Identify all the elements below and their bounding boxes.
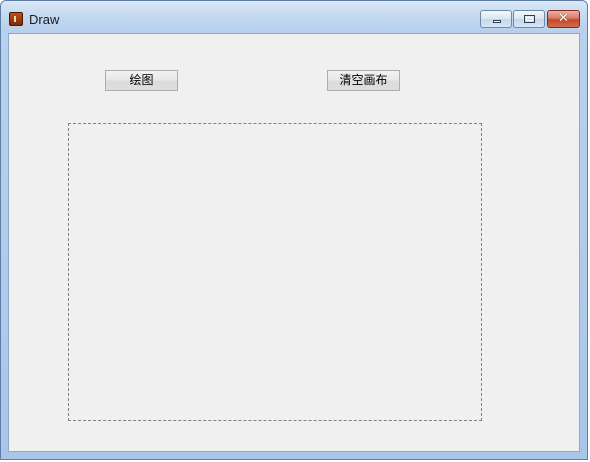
maximize-button[interactable] [513,10,545,28]
close-button[interactable]: ✕ [547,10,580,28]
drawing-canvas[interactable] [68,123,482,421]
close-icon: ✕ [558,11,569,26]
app-window: Draw ✕ 绘图 清空画布 [0,0,588,460]
title-bar[interactable]: Draw ✕ [1,1,587,33]
maximize-icon [524,15,535,23]
minimize-button[interactable] [480,10,512,28]
clear-canvas-button[interactable]: 清空画布 [327,70,400,91]
window-title: Draw [29,12,60,27]
draw-button[interactable]: 绘图 [105,70,178,91]
minimize-icon [493,20,501,23]
client-area: 绘图 清空画布 [8,33,580,452]
app-icon[interactable] [9,12,23,26]
